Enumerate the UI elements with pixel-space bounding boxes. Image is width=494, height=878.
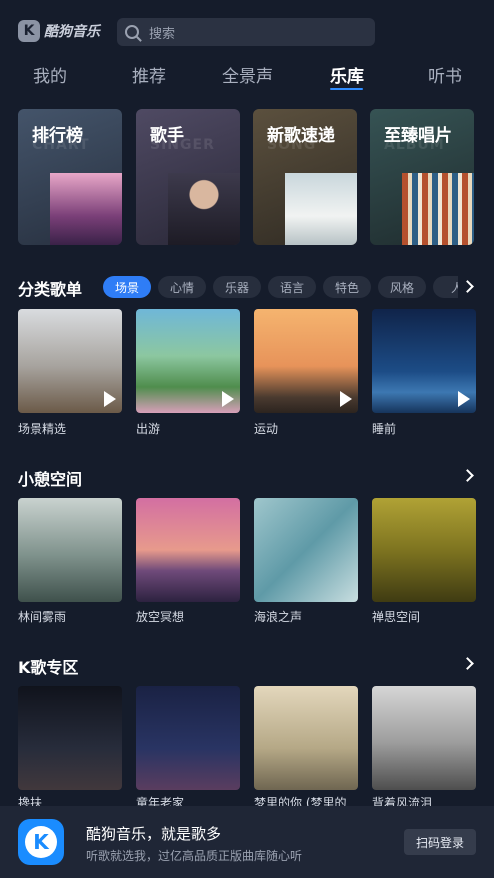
card-title: 至臻唱片 (384, 126, 452, 146)
relax-label: 海浪之声 (254, 610, 303, 624)
play-icon[interactable] (458, 391, 470, 407)
tab-music-library[interactable]: 乐库 (330, 62, 364, 87)
relax-label: 林间雾雨 (18, 610, 67, 624)
top-bar: K 酷狗音乐 搜索 (0, 0, 494, 60)
section-title-relax-space: 小憩空间 (18, 470, 83, 489)
banner-title: 酷狗音乐，就是歌多 (86, 825, 222, 843)
playlist-label: 睡前 (372, 422, 397, 436)
karaoke-tile[interactable] (254, 686, 358, 790)
section-title-karaoke: K歌专区 (18, 658, 79, 677)
kugou-app-mark: K (25, 826, 57, 858)
download-app-banner: K 酷狗音乐，就是歌多 听歌就选我，过亿高品质正版曲库随心听 扫码登录 (0, 806, 494, 878)
card-singers[interactable]: SINGER 歌手 (136, 109, 240, 245)
relax-tile[interactable] (18, 498, 122, 602)
card-charts[interactable]: CHART 排行榜 (18, 109, 122, 245)
relax-space-more-chevron-icon[interactable] (461, 469, 474, 482)
main-tabs: 我的 推荐 全景声 乐库 听书 (0, 60, 494, 92)
relax-label: 放空冥想 (136, 610, 185, 624)
chip-style[interactable]: 风格 (378, 276, 426, 298)
card-title: 排行榜 (32, 126, 83, 146)
kugou-app-icon: K (18, 819, 64, 865)
playlist-tile[interactable] (254, 309, 358, 413)
playlist-tile[interactable] (372, 309, 476, 413)
tab-audiobooks[interactable]: 听书 (428, 62, 462, 87)
relax-tile[interactable] (372, 498, 476, 602)
new-song-cover-image (285, 173, 357, 245)
search-icon (125, 25, 139, 39)
chip-scene[interactable]: 场景 (103, 276, 151, 298)
playlist-label: 运动 (254, 422, 279, 436)
bookshelf-image (402, 173, 474, 245)
relax-tile[interactable] (136, 498, 240, 602)
chip-mood[interactable]: 心情 (158, 276, 206, 298)
chart-cover-image (50, 173, 122, 245)
scan-login-button[interactable]: 扫码登录 (404, 829, 476, 855)
tab-recommend[interactable]: 推荐 (132, 62, 166, 87)
category-chips: 场景 心情 乐器 语言 特色 风格 人 (103, 276, 458, 298)
karaoke-more-chevron-icon[interactable] (461, 657, 474, 670)
chip-instrument[interactable]: 乐器 (213, 276, 261, 298)
relax-tile[interactable] (254, 498, 358, 602)
singer-photo-image (168, 173, 240, 245)
section-title-categories: 分类歌单 (18, 280, 83, 299)
chip-people[interactable]: 人 (433, 276, 458, 298)
karaoke-tile[interactable] (372, 686, 476, 790)
playlist-tile[interactable] (18, 309, 122, 413)
chip-language[interactable]: 语言 (268, 276, 316, 298)
relax-label: 禅思空间 (372, 610, 421, 624)
play-icon[interactable] (222, 391, 234, 407)
tab-panoramic-sound[interactable]: 全景声 (222, 62, 273, 87)
card-title: 歌手 (150, 126, 184, 146)
kugou-logo-icon: K (18, 20, 40, 42)
card-premium-albums[interactable]: ALBUM 至臻唱片 (370, 109, 474, 245)
categories-more-chevron-icon[interactable] (461, 280, 474, 293)
playlist-tile[interactable] (136, 309, 240, 413)
banner-subtitle: 听歌就选我，过亿高品质正版曲库随心听 (86, 849, 303, 863)
chip-feature[interactable]: 特色 (323, 276, 371, 298)
active-tab-indicator (330, 88, 363, 90)
search-placeholder: 搜索 (149, 26, 176, 42)
playlist-label: 场景精选 (18, 422, 67, 436)
search-input[interactable]: 搜索 (117, 18, 375, 46)
karaoke-tile[interactable] (18, 686, 122, 790)
karaoke-tile[interactable] (136, 686, 240, 790)
card-title: 新歌速递 (267, 126, 335, 146)
app-logo[interactable]: K 酷狗音乐 (18, 20, 100, 42)
card-new-songs[interactable]: SONG 新歌速递 (253, 109, 357, 245)
playlist-label: 出游 (136, 422, 161, 436)
app-logo-text: 酷狗音乐 (44, 24, 100, 40)
play-icon[interactable] (340, 391, 352, 407)
tab-mine[interactable]: 我的 (33, 62, 67, 87)
play-icon[interactable] (104, 391, 116, 407)
